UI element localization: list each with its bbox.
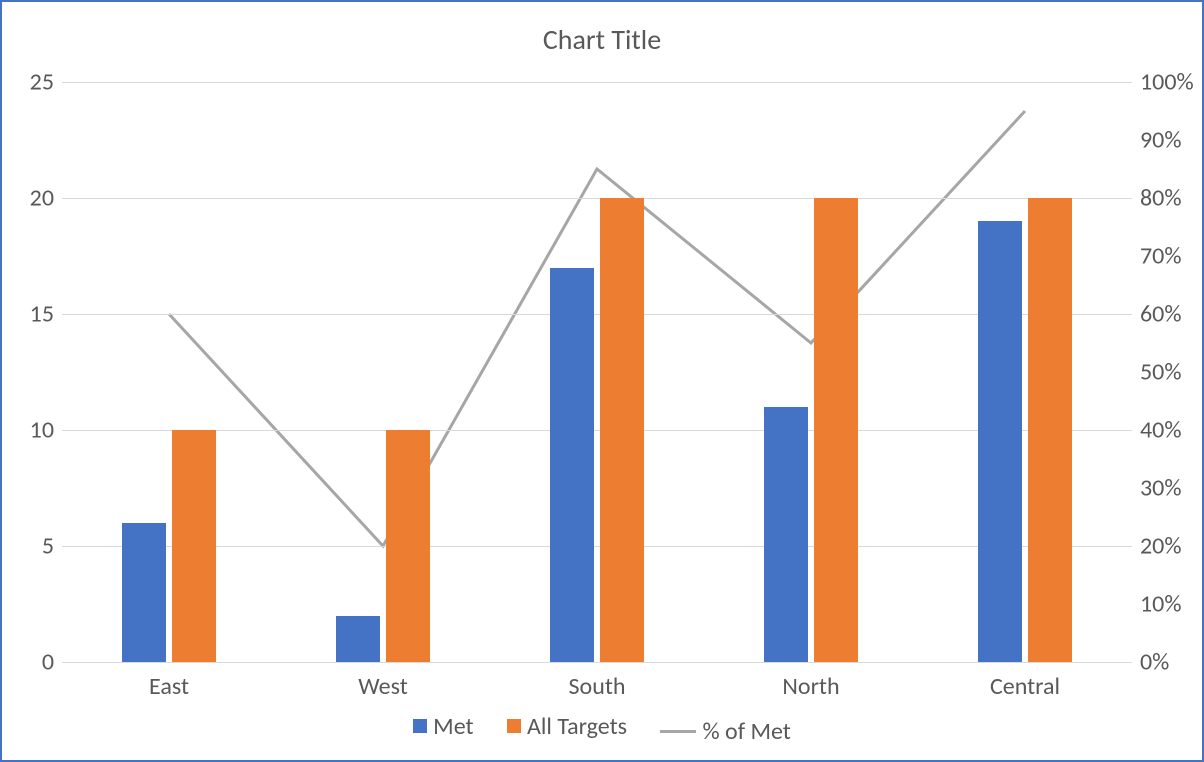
legend-pct: % of Met bbox=[660, 717, 790, 746]
y-left-tick: 10 bbox=[14, 416, 54, 445]
pct-line bbox=[62, 82, 1132, 662]
plot-area: 05101520250%10%20%30%40%50%60%70%80%90%1… bbox=[62, 82, 1132, 662]
gridline bbox=[62, 430, 1132, 431]
pct-line-path bbox=[169, 111, 1025, 546]
legend-pct-swatch bbox=[660, 730, 696, 733]
gridline bbox=[62, 662, 1132, 663]
y-right-tick: 70% bbox=[1140, 242, 1204, 271]
bar-all bbox=[814, 198, 858, 662]
bar-all bbox=[172, 430, 216, 662]
bar-met bbox=[122, 523, 166, 662]
y-right-tick: 90% bbox=[1140, 126, 1204, 155]
gridline bbox=[62, 546, 1132, 547]
y-right-tick: 10% bbox=[1140, 590, 1204, 619]
x-tick: Central bbox=[990, 672, 1060, 701]
x-tick: South bbox=[569, 672, 626, 701]
chart-title: Chart Title bbox=[2, 22, 1202, 57]
legend-all-label: All Targets bbox=[527, 712, 627, 741]
legend-all: All Targets bbox=[507, 712, 627, 741]
legend-pct-label: % of Met bbox=[702, 717, 790, 746]
bar-met bbox=[336, 616, 380, 662]
y-right-tick: 0% bbox=[1140, 648, 1204, 677]
bar-met bbox=[550, 268, 594, 662]
bar-all bbox=[386, 430, 430, 662]
bar-all bbox=[1028, 198, 1072, 662]
y-right-tick: 30% bbox=[1140, 474, 1204, 503]
legend-met-label: Met bbox=[433, 712, 473, 741]
x-tick: North bbox=[782, 672, 839, 701]
gridline bbox=[62, 314, 1132, 315]
legend: Met All Targets % of Met bbox=[2, 711, 1202, 746]
y-right-tick: 80% bbox=[1140, 184, 1204, 213]
bar-all bbox=[600, 198, 644, 662]
y-left-tick: 20 bbox=[14, 184, 54, 213]
y-left-tick: 25 bbox=[14, 68, 54, 97]
y-right-tick: 50% bbox=[1140, 358, 1204, 387]
y-left-tick: 0 bbox=[14, 648, 54, 677]
y-right-tick: 20% bbox=[1140, 532, 1204, 561]
legend-met-swatch bbox=[413, 719, 427, 733]
bar-met bbox=[764, 407, 808, 662]
y-right-tick: 60% bbox=[1140, 300, 1204, 329]
x-tick: East bbox=[149, 672, 189, 701]
y-right-tick: 40% bbox=[1140, 416, 1204, 445]
y-left-tick: 15 bbox=[14, 300, 54, 329]
legend-all-swatch bbox=[507, 719, 521, 733]
legend-met: Met bbox=[413, 712, 473, 741]
gridline bbox=[62, 198, 1132, 199]
bar-met bbox=[978, 221, 1022, 662]
x-tick: West bbox=[358, 672, 408, 701]
y-right-tick: 100% bbox=[1140, 68, 1204, 97]
y-left-tick: 5 bbox=[14, 532, 54, 561]
chart-frame: Chart Title 05101520250%10%20%30%40%50%6… bbox=[0, 0, 1204, 762]
gridline bbox=[62, 82, 1132, 83]
